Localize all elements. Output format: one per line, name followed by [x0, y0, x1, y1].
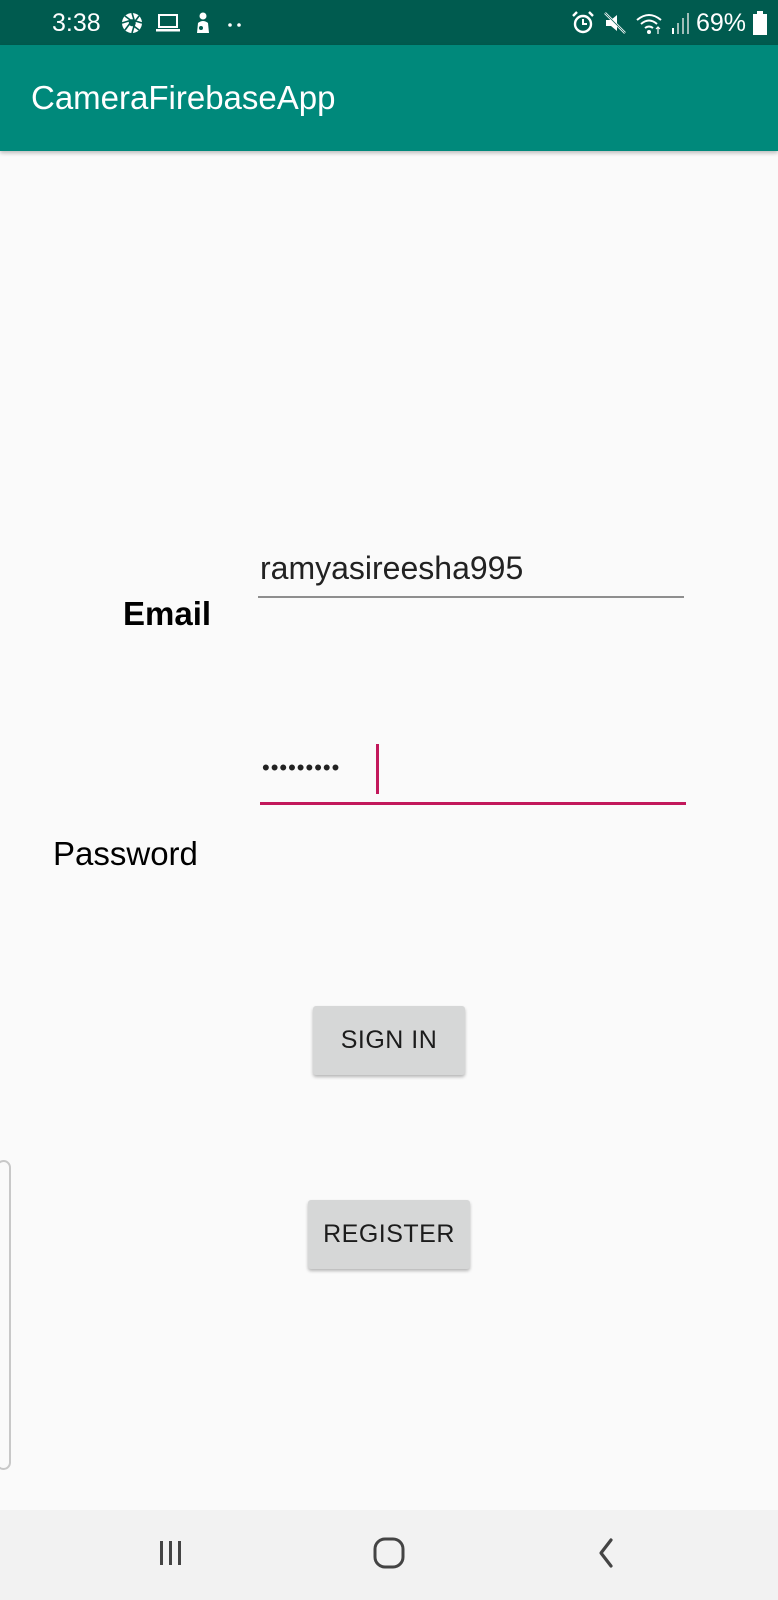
home-button[interactable]	[344, 1510, 434, 1600]
wifi-icon	[634, 10, 664, 36]
password-value: •••••••••	[262, 755, 341, 780]
mute-icon	[602, 10, 628, 36]
app-bar: CameraFirebaseApp	[0, 45, 778, 151]
email-value: ramyasireesha995	[260, 550, 524, 586]
camera-aperture-icon	[120, 11, 144, 35]
signal-icon	[670, 10, 690, 36]
email-label: Email	[123, 595, 212, 632]
alarm-icon	[570, 10, 596, 36]
text-cursor	[376, 744, 379, 794]
back-icon	[594, 1536, 620, 1575]
dots-icon	[224, 11, 246, 35]
person-icon	[192, 11, 214, 35]
status-time: 3:38	[52, 9, 101, 37]
status-bar: 3:38 69%	[0, 0, 778, 45]
back-button[interactable]	[562, 1510, 652, 1600]
recents-icon	[154, 1537, 188, 1574]
navigation-bar	[0, 1510, 778, 1600]
status-left-icons	[120, 8, 256, 38]
home-icon	[371, 1535, 407, 1576]
recents-button[interactable]	[126, 1510, 216, 1600]
register-button[interactable]: REGISTER	[308, 1200, 470, 1269]
laptop-icon	[154, 11, 182, 35]
sign-in-button[interactable]: SIGN IN	[313, 1006, 465, 1075]
password-field[interactable]: •••••••••	[260, 740, 686, 805]
email-field[interactable]: ramyasireesha995	[258, 546, 684, 598]
battery-percent: 69%	[695, 9, 746, 37]
edge-panel-handle[interactable]	[0, 1160, 11, 1470]
status-right-icons: 69%	[564, 8, 768, 38]
app-title: CameraFirebaseApp	[31, 79, 336, 116]
password-label: Password	[53, 835, 198, 872]
battery-icon	[752, 9, 768, 37]
